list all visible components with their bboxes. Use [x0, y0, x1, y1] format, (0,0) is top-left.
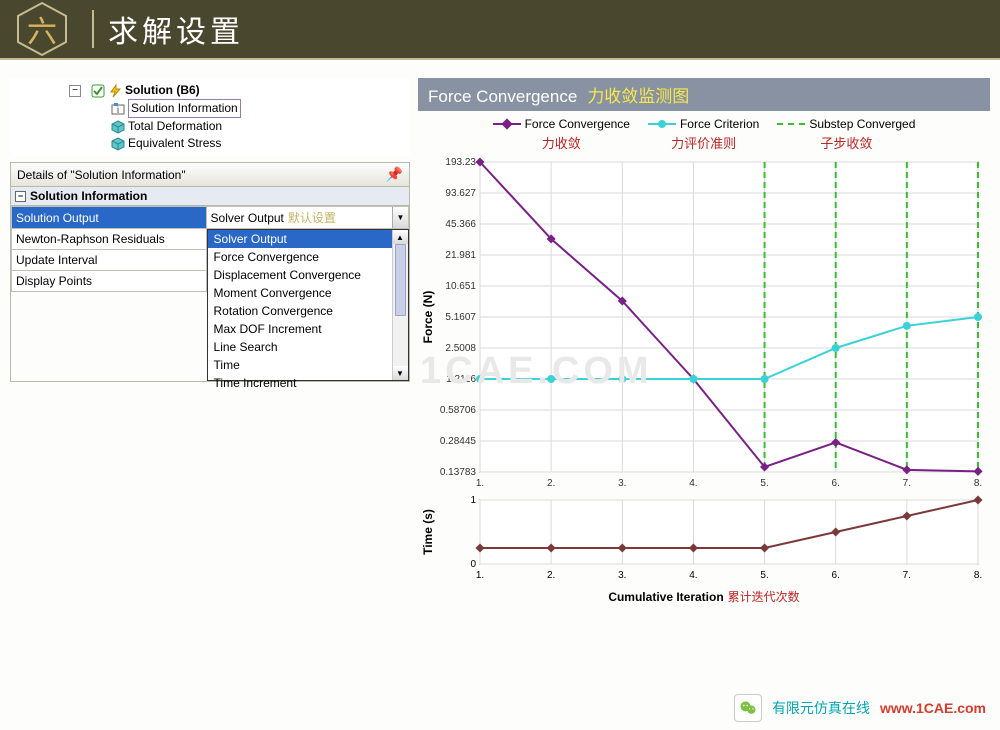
details-section-header[interactable]: − Solution Information: [11, 187, 409, 206]
footer: 有限元仿真在线 www.1CAE.com: [734, 694, 986, 722]
dropdown-option[interactable]: Displacement Convergence: [208, 266, 408, 284]
tree-node-solution-info[interactable]: i Solution Information: [12, 99, 408, 118]
svg-text:8.: 8.: [974, 570, 982, 581]
svg-text:6.: 6.: [832, 478, 840, 489]
legend-force-criterion: Force Criterion 力评价准则: [648, 117, 759, 152]
dropdown-option[interactable]: Time: [208, 356, 408, 374]
details-panel: Details of "Solution Information" 📌 − So…: [10, 162, 410, 382]
prop-label[interactable]: Solution Output: [12, 207, 207, 229]
svg-text:1.: 1.: [476, 478, 484, 489]
svg-text:5.: 5.: [760, 478, 768, 489]
page-header: 六 求解设置: [0, 0, 1000, 60]
svg-text:45.366: 45.366: [445, 219, 476, 230]
tree-label: Solution (B6): [125, 82, 200, 99]
svg-text:Time (s): Time (s): [421, 509, 435, 555]
svg-text:7.: 7.: [903, 478, 911, 489]
lightning-icon: [108, 84, 122, 98]
scroll-down-icon[interactable]: ▼: [393, 366, 408, 380]
svg-text:93.627: 93.627: [445, 188, 476, 199]
properties-table: Solution Output Solver Output默认设置 ▼ Newt…: [11, 206, 409, 381]
prop-label[interactable]: Display Points: [12, 270, 207, 291]
chart-title-bar: Force Convergence 力收敛监测图: [418, 78, 990, 111]
svg-text:i: i: [117, 105, 119, 115]
page-title: 求解设置: [108, 7, 244, 51]
dropdown-option[interactable]: Moment Convergence: [208, 284, 408, 302]
pin-icon[interactable]: 📌: [386, 166, 403, 183]
details-title: Details of "Solution Information": [17, 168, 186, 182]
prop-row-solution-output[interactable]: Solution Output Solver Output默认设置 ▼: [12, 207, 409, 229]
footer-brand: 有限元仿真在线: [772, 698, 870, 718]
dropdown-option[interactable]: Rotation Convergence: [208, 302, 408, 320]
dropdown-option[interactable]: Force Convergence: [208, 248, 408, 266]
outline-tree[interactable]: − Solution (B6) i Solution Information T…: [10, 78, 410, 156]
x-axis-label: Cumulative Iteration累计迭代次数: [418, 588, 990, 605]
dropdown-option[interactable]: Line Search: [208, 338, 408, 356]
hex-badge: 六: [14, 1, 70, 57]
svg-text:4.: 4.: [689, 478, 697, 489]
time-chart: 0 1 1. 2. 3. 4. 5. 6. 7. 8. Time (s): [418, 494, 988, 586]
header-divider: [92, 10, 94, 48]
svg-text:2.5008: 2.5008: [445, 343, 476, 354]
svg-text:1: 1: [470, 495, 476, 506]
scrollbar[interactable]: ▲ ▼: [392, 230, 408, 380]
svg-text:0: 0: [470, 559, 476, 570]
footer-url: www.1CAE.com: [880, 700, 986, 716]
force-chart: 193.23 93.627 45.366 21.981 10.651 5.1607 2.50…: [418, 154, 988, 494]
wechat-icon: [734, 694, 762, 722]
chart-title-en: Force Convergence: [428, 87, 577, 107]
cube-icon: [111, 120, 125, 134]
hex-badge-label: 六: [27, 7, 57, 51]
dropdown-icon[interactable]: ▼: [392, 207, 408, 228]
scroll-thumb[interactable]: [395, 244, 406, 316]
tree-label: Solution Information: [128, 99, 241, 118]
svg-text:7.: 7.: [903, 570, 911, 581]
prop-label[interactable]: Update Interval: [12, 249, 207, 270]
prop-row-newton-raphson[interactable]: Newton-Raphson Residuals Solver Output F…: [12, 229, 409, 250]
legend-substep-converged: Substep Converged 子步收敛: [777, 117, 915, 152]
check-icon: [91, 84, 105, 98]
svg-text:0.28445: 0.28445: [440, 436, 477, 447]
svg-text:0.13783: 0.13783: [440, 467, 477, 478]
svg-text:2.: 2.: [547, 570, 555, 581]
dropdown-option[interactable]: Solver Output: [208, 230, 408, 248]
collapse-icon[interactable]: −: [69, 85, 81, 97]
dropdown-option[interactable]: Max DOF Increment: [208, 320, 408, 338]
collapse-icon[interactable]: −: [15, 191, 26, 202]
svg-text:3.: 3.: [618, 570, 626, 581]
dropdown-list[interactable]: Solver Output Force Convergence Displace…: [207, 229, 409, 381]
chart-legend: Force Convergence 力收敛 Force Criterion 力评…: [418, 111, 990, 154]
svg-text:4.: 4.: [689, 570, 697, 581]
scroll-up-icon[interactable]: ▲: [393, 230, 408, 244]
svg-text:5.: 5.: [760, 570, 768, 581]
tree-label: Equivalent Stress: [128, 135, 221, 152]
svg-text:5.1607: 5.1607: [445, 312, 476, 323]
svg-text:21.981: 21.981: [445, 250, 476, 261]
tree-node-total-deformation[interactable]: Total Deformation: [12, 118, 408, 135]
legend-force-convergence: Force Convergence 力收敛: [493, 117, 630, 152]
tree-node-solution[interactable]: − Solution (B6): [12, 82, 408, 99]
svg-text:1.2116: 1.2116: [446, 374, 476, 385]
svg-text:193.23: 193.23: [445, 157, 476, 168]
cube-icon: [111, 137, 125, 151]
svg-text:1.: 1.: [476, 570, 484, 581]
info-icon: i: [111, 102, 125, 116]
svg-text:8.: 8.: [974, 478, 982, 489]
prop-label[interactable]: Newton-Raphson Residuals: [12, 229, 207, 250]
tree-node-equiv-stress[interactable]: Equivalent Stress: [12, 135, 408, 152]
chart-title-zh: 力收敛监测图: [587, 82, 689, 107]
svg-text:10.651: 10.651: [445, 281, 476, 292]
details-title-bar: Details of "Solution Information" 📌: [11, 163, 409, 187]
dropdown-option[interactable]: Time Increment: [208, 374, 408, 392]
svg-text:3.: 3.: [618, 478, 626, 489]
svg-text:2.: 2.: [547, 478, 555, 489]
prop-value[interactable]: Solver Output默认设置 ▼: [206, 207, 408, 229]
svg-text:6.: 6.: [832, 570, 840, 581]
section-label: Solution Information: [30, 189, 147, 203]
svg-text:Force (N): Force (N): [421, 291, 435, 344]
svg-text:0.58706: 0.58706: [440, 405, 477, 416]
tree-label: Total Deformation: [128, 118, 222, 135]
